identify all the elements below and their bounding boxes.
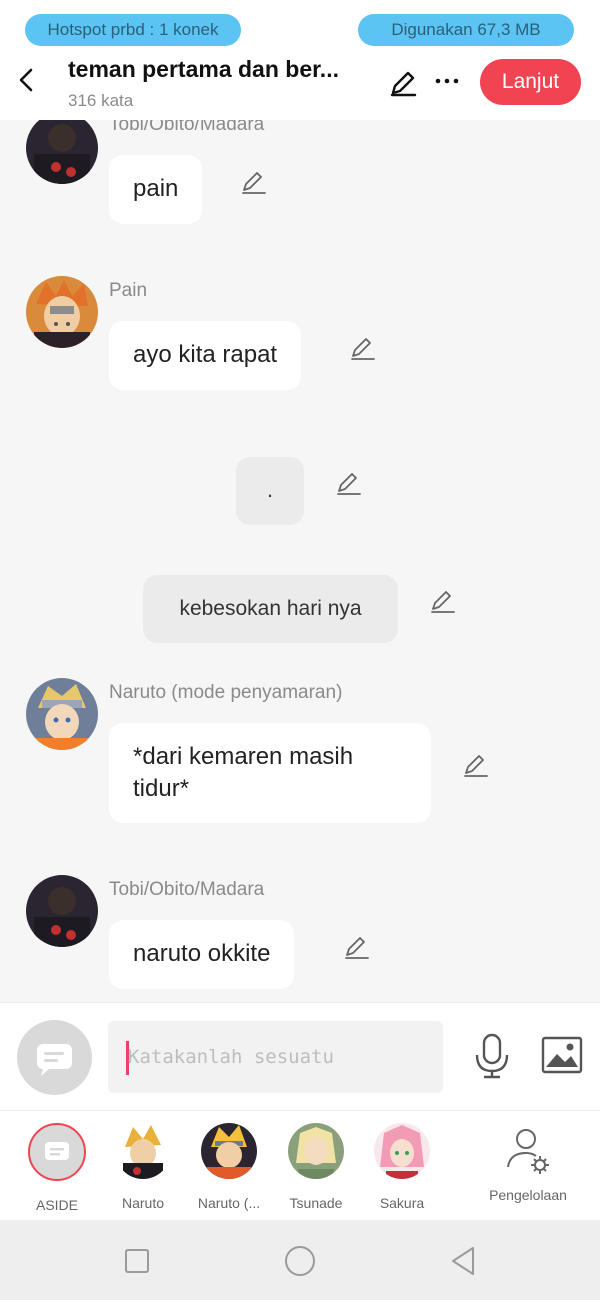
pencil-icon[interactable] (335, 469, 363, 497)
next-button[interactable]: Lanjut (480, 59, 581, 105)
message-bubble[interactable]: pain (109, 155, 203, 224)
narration-bubble[interactable]: . (236, 457, 304, 525)
story-title[interactable]: teman pertama dan ber... (68, 56, 339, 83)
chat-bubble-icon (37, 1044, 72, 1076)
character-label: Tsunade (289, 1195, 343, 1211)
hotspot-pill: Hotspot prbd : 1 konek (25, 14, 241, 46)
status-bar: Hotspot prbd : 1 konek Digunakan 67,3 MB (0, 0, 600, 56)
text-cursor (126, 1041, 129, 1075)
character-aside[interactable]: ASIDE (12, 1123, 102, 1213)
square-nav-icon[interactable] (124, 1248, 150, 1274)
triangle-nav-icon[interactable] (449, 1246, 477, 1276)
mic-icon[interactable] (474, 1033, 510, 1079)
character-label: Naruto (... (197, 1195, 261, 1211)
image-icon[interactable] (541, 1036, 583, 1074)
pencil-icon[interactable] (349, 334, 377, 362)
avatar[interactable] (26, 276, 98, 348)
character-label: Sakura (379, 1195, 425, 1211)
chat-bubble-icon (45, 1142, 69, 1160)
sender-name: Naruto (mode penyamaran) (109, 682, 343, 703)
chat-area[interactable]: Tobi/Obito/Madara pain Pain ayo kita rap… (0, 120, 600, 1002)
avatar (201, 1123, 257, 1179)
sender-name: Tobi/Obito/Madara (109, 879, 265, 900)
avatar (374, 1123, 430, 1179)
avatar (28, 1123, 86, 1181)
aside-toggle-button[interactable] (17, 1020, 92, 1095)
message-bubble[interactable]: *dari kemaren masih tidur* (109, 723, 431, 823)
avatar[interactable] (26, 120, 98, 184)
pencil-icon[interactable] (240, 168, 268, 196)
character-label: Pengelolaan (489, 1187, 567, 1203)
header: teman pertama dan ber... 316 kata Lanjut (0, 56, 600, 120)
character-tsunade[interactable]: Tsunade (271, 1123, 361, 1211)
manage-characters[interactable]: Pengelolaan (483, 1123, 573, 1203)
avatar[interactable] (26, 875, 98, 947)
message-bubble[interactable]: naruto okkite (109, 920, 295, 989)
avatar[interactable] (26, 678, 98, 750)
avatar (115, 1123, 171, 1179)
data-usage-pill: Digunakan 67,3 MB (358, 14, 574, 46)
sender-name: Pain (109, 280, 148, 301)
pencil-icon[interactable] (343, 933, 371, 961)
pencil-icon[interactable] (429, 587, 457, 615)
input-bar (0, 1002, 600, 1110)
pencil-icon[interactable] (388, 68, 418, 98)
avatar (288, 1123, 344, 1179)
message-bubble[interactable]: ayo kita rapat (109, 321, 302, 390)
narration-bubble[interactable]: kebesokan hari nya (143, 575, 398, 643)
character-naruto-sage[interactable]: Naruto (... (184, 1123, 274, 1211)
character-bar: ASIDE Naruto Naruto (... Tsunade Sakura … (0, 1110, 600, 1220)
pencil-icon[interactable] (462, 751, 490, 779)
character-sakura[interactable]: Sakura (357, 1123, 447, 1211)
person-settings-icon (507, 1129, 549, 1174)
sender-name: Tobi/Obito/Madara (109, 120, 265, 135)
back-arrow-icon[interactable] (14, 66, 42, 94)
word-count: 316 kata (68, 91, 134, 110)
character-naruto[interactable]: Naruto (98, 1123, 188, 1211)
more-icon[interactable] (434, 66, 460, 96)
system-nav-bar (0, 1220, 600, 1300)
message-input[interactable] (108, 1021, 443, 1093)
circle-nav-icon[interactable] (284, 1245, 316, 1277)
character-label: Naruto (121, 1195, 165, 1211)
character-label: ASIDE (35, 1197, 78, 1213)
